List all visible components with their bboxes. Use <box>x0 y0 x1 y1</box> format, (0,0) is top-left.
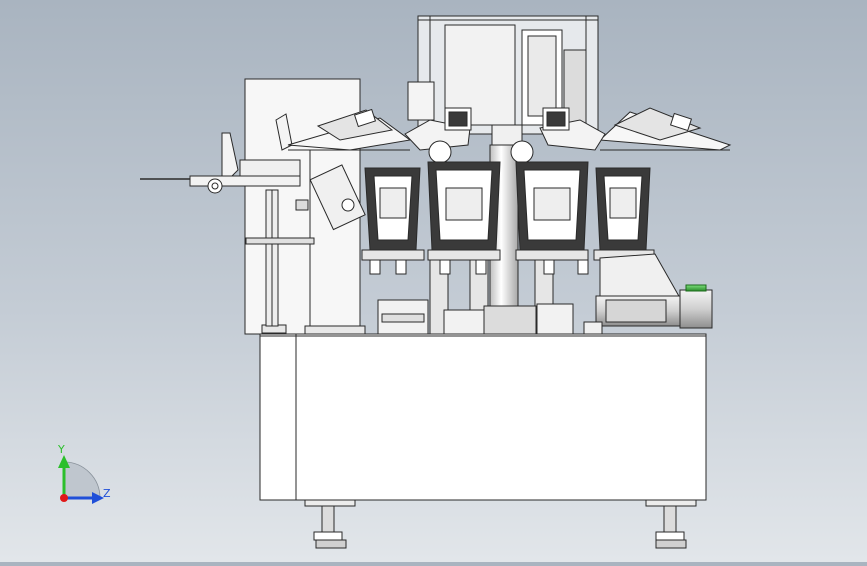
weigh-bucket-2 <box>427 161 501 261</box>
cad-viewport[interactable]: Y Z <box>0 0 867 562</box>
machine-drawing: Y Z <box>57 15 732 549</box>
triad-y-label: Y <box>57 443 65 456</box>
lower-left-parts <box>377 299 429 337</box>
triad-z-label: Z <box>103 487 111 500</box>
weigh-bucket-1 <box>361 167 425 261</box>
axis-triad <box>58 455 104 504</box>
leveling-feet <box>304 499 697 549</box>
weigh-bucket-4 <box>593 167 655 261</box>
weigh-bucket-3 <box>515 161 589 261</box>
right-drive-assembly <box>583 253 713 337</box>
base-cabinet <box>259 333 707 501</box>
